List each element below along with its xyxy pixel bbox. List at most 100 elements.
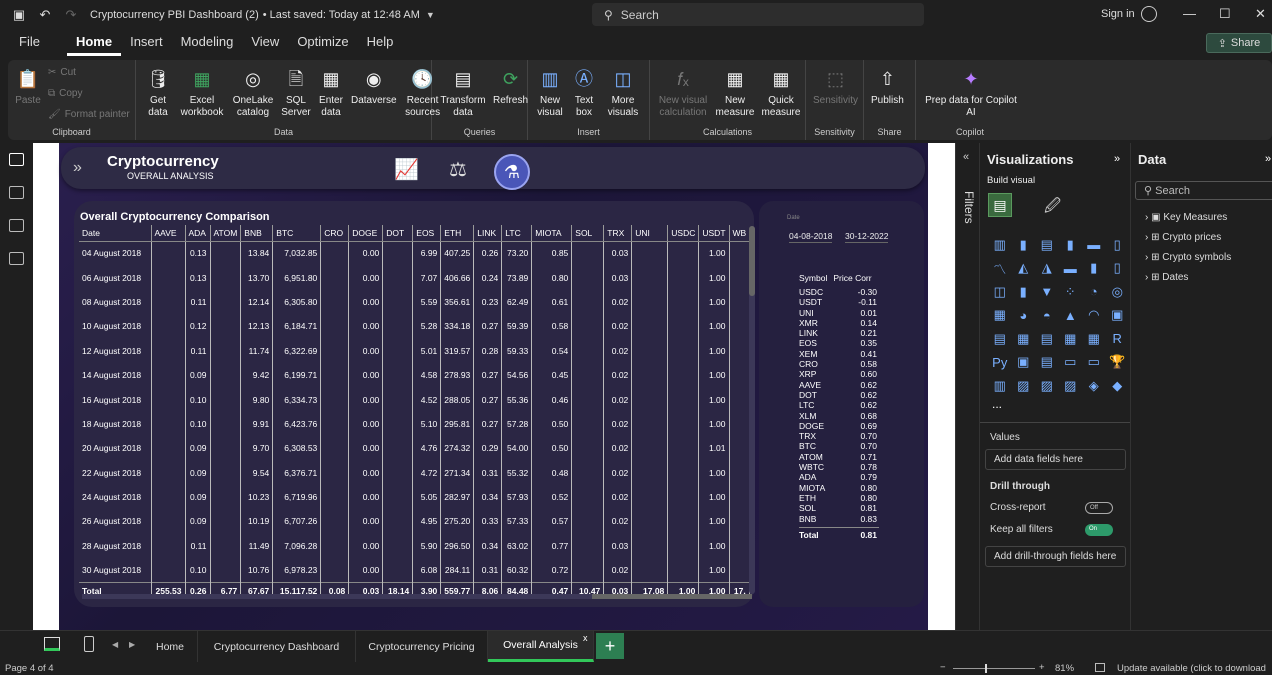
corr-row[interactable]: DOGE 0.69 <box>799 421 879 431</box>
zoom-slider[interactable] <box>953 668 1035 669</box>
menu-view[interactable]: View <box>242 30 288 56</box>
corr-row[interactable]: WBTC 0.78 <box>799 462 879 472</box>
visual-type-icon[interactable]: ▤ <box>1035 327 1059 351</box>
corr-row[interactable]: LINK 0.21 <box>799 328 879 338</box>
share-button[interactable]: ⇪ Share <box>1206 33 1272 53</box>
zoom-slider-thumb[interactable] <box>985 664 987 673</box>
column-header-date[interactable]: Date <box>79 225 151 242</box>
more-visuals-ellipsis[interactable]: ... <box>992 397 1002 411</box>
table-row[interactable]: 22 August 2018 0.09 9.54 6,376.71 0.00 4.72 27… <box>79 460 750 485</box>
scale-nav-icon[interactable]: ⚖ <box>449 157 467 182</box>
visual-type-icon[interactable]: ◭ <box>1012 257 1036 281</box>
visual-type-icon[interactable]: ◫ <box>988 280 1012 304</box>
maximize-icon[interactable]: ☐ <box>1219 6 1231 22</box>
visual-type-icon[interactable]: ▤ <box>988 327 1012 351</box>
visual-type-icon[interactable]: ▦ <box>1012 327 1036 351</box>
column-header-ada[interactable]: ADA <box>184 225 210 242</box>
visual-type-icon[interactable]: ▨ <box>1012 374 1036 398</box>
cross-report-toggle[interactable]: Off <box>1085 502 1113 514</box>
table-row[interactable]: 04 August 2018 0.13 13.84 7,032.85 0.00 6.99 4… <box>79 241 750 266</box>
flask-nav-icon[interactable]: ⚗ <box>494 154 530 190</box>
column-header-btc[interactable]: BTC <box>272 225 321 242</box>
column-header-eos[interactable]: EOS <box>412 225 441 242</box>
build-visual-icon[interactable]: ▤ <box>988 193 1012 217</box>
sign-in-link[interactable]: Sign in <box>1101 8 1135 20</box>
column-header-eth[interactable]: ETH <box>440 225 474 242</box>
dax-view-icon[interactable] <box>9 252 24 265</box>
undo-icon[interactable]: ↶ <box>32 0 58 30</box>
column-header-usdt[interactable]: USDT <box>698 225 730 242</box>
visual-type-icon[interactable]: ◓ <box>1035 304 1059 328</box>
filters-label[interactable]: Filters <box>962 191 976 224</box>
menu-optimize[interactable]: Optimize <box>288 30 357 56</box>
table-row[interactable]: 10 August 2018 0.12 12.13 6,184.71 0.00 5.28 3… <box>79 314 750 339</box>
visual-type-icon[interactable]: ◮ <box>1035 257 1059 281</box>
visual-type-icon[interactable]: ◎ <box>1106 280 1130 304</box>
visual-type-icon[interactable]: ▥ <box>988 233 1012 257</box>
visual-type-icon[interactable]: 🏆 <box>1106 351 1130 375</box>
table-row[interactable]: 14 August 2018 0.09 9.42 6,199.71 0.00 4.58 27… <box>79 362 750 388</box>
visual-type-icon[interactable]: ◔ <box>1082 280 1106 304</box>
column-header-sol[interactable]: SOL <box>571 225 604 242</box>
collapse-left-icon[interactable]: « <box>963 151 969 163</box>
visual-type-icon[interactable]: ▮ <box>1082 257 1106 281</box>
visual-type-icon[interactable]: ▲ <box>1059 304 1083 328</box>
tab-overall-analysis[interactable]: Overall Analysis <box>488 631 594 662</box>
tree-item-crypto-prices[interactable]: › ⊞ Crypto prices <box>1145 232 1221 243</box>
column-header-wb[interactable]: WB <box>728 225 750 242</box>
keep-filters-toggle[interactable]: On <box>1085 524 1113 536</box>
visual-type-icon[interactable]: ▨ <box>1035 374 1059 398</box>
date-from[interactable]: 04-08-2018 <box>789 231 833 243</box>
mobile-layout-icon[interactable] <box>84 636 94 652</box>
update-notice[interactable]: Update available (click to download <box>1117 663 1266 674</box>
visual-type-icon[interactable]: ▬ <box>1082 233 1106 257</box>
corr-row[interactable]: USDT -0.11 <box>799 297 879 307</box>
column-header-dot[interactable]: DOT <box>382 225 413 242</box>
visual-type-icon[interactable]: ▭ <box>1059 351 1083 375</box>
corr-row[interactable]: XEM 0.41 <box>799 349 879 359</box>
visual-type-icon[interactable]: ◈ <box>1082 374 1106 398</box>
table-row[interactable]: 28 August 2018 0.11 11.49 7,096.28 0.00 5.90 2… <box>79 533 750 559</box>
corr-row[interactable]: XMR 0.14 <box>799 318 879 328</box>
corr-row[interactable]: BNB 0.83 <box>799 514 879 524</box>
visual-type-icon[interactable]: ▤ <box>1035 351 1059 375</box>
menu-home[interactable]: Home <box>66 30 122 56</box>
corr-row[interactable]: EOS 0.35 <box>799 338 879 348</box>
column-header-link[interactable]: LINK <box>473 225 502 242</box>
table-row[interactable]: 12 August 2018 0.11 11.74 6,322.69 0.00 5.01 3… <box>79 338 750 363</box>
redo-icon[interactable]: ↷ <box>58 0 84 30</box>
column-header-bnb[interactable]: BNB <box>240 225 273 242</box>
format-visual-icon[interactable]: 🖉 <box>1044 195 1061 222</box>
fit-page-icon[interactable] <box>1095 663 1105 672</box>
horizontal-scroll-thumb[interactable] <box>592 594 752 599</box>
column-header-cro[interactable]: CRO <box>320 225 349 242</box>
tab-home[interactable]: Home <box>143 631 198 662</box>
close-tab-icon[interactable]: x <box>583 633 588 643</box>
report-view-icon[interactable] <box>9 153 24 166</box>
table-row[interactable]: 30 August 2018 0.10 10.76 6,978.23 0.00 6.08 2… <box>79 558 750 583</box>
visual-type-icon[interactable]: ▣ <box>1106 304 1130 328</box>
table-row[interactable]: 18 August 2018 0.10 9.91 6,423.76 0.00 5.10 29… <box>79 411 750 437</box>
corr-row[interactable]: ADA 0.79 <box>799 472 879 482</box>
corr-row[interactable]: UNI 0.01 <box>799 308 879 318</box>
save-icon[interactable]: ▣ <box>6 0 32 30</box>
visual-type-icon[interactable]: Py <box>988 351 1012 375</box>
column-header-uni[interactable]: UNI <box>631 225 668 242</box>
corr-row[interactable]: AAVE 0.62 <box>799 380 879 390</box>
corr-row[interactable]: XRP 0.60 <box>799 369 879 379</box>
column-header-aave[interactable]: AAVE <box>150 225 185 242</box>
add-page-button[interactable]: + <box>596 633 624 659</box>
menu-modeling[interactable]: Modeling <box>172 30 243 56</box>
table-row[interactable]: 08 August 2018 0.11 12.14 6,305.80 0.00 5.59 3… <box>79 289 750 315</box>
search-box[interactable]: ⚲ Search <box>592 3 924 26</box>
tab-cryptocurrency-pricing[interactable]: Cryptocurrency Pricing <box>356 631 488 662</box>
table-view-icon[interactable] <box>9 186 24 199</box>
visual-type-icon[interactable]: ▭ <box>1082 351 1106 375</box>
format-painter-button[interactable]: 🖌 Format painter <box>48 104 130 125</box>
corr-row[interactable]: USDC -0.30 <box>799 287 879 297</box>
desktop-layout-icon[interactable] <box>44 637 60 651</box>
corr-row[interactable]: ATOM 0.71 <box>799 452 879 462</box>
zoom-out-icon[interactable]: − <box>940 662 946 673</box>
table-row[interactable]: 20 August 2018 0.09 9.70 6,308.53 0.00 4.76 27… <box>79 436 750 461</box>
menu-insert[interactable]: Insert <box>121 30 172 56</box>
